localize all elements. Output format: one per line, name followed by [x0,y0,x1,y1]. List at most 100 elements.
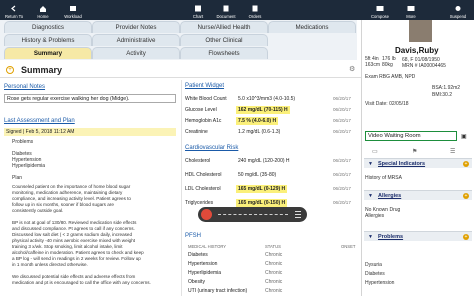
folder-icon[interactable]: ▭ [372,148,378,155]
tab-label: Administrative [116,37,156,44]
patient-widget-title[interactable]: Patient Widget [185,83,224,89]
document-button[interactable]: Document [213,0,239,20]
table-row: Obesity Chronic [188,279,356,285]
tab-other-clinical[interactable]: Other Clinical [180,34,268,46]
compose-button[interactable]: Compose [368,0,392,20]
top-toolbar: Return To Home Workload Chart Document O… [0,0,474,20]
tab-label: Diagnostics [32,24,64,31]
add-indicator-icon[interactable]: + [463,161,469,167]
patient-name: Davis,Ruby [395,46,439,55]
workload-label: Workload [64,14,82,19]
tab-summary[interactable]: Summary [4,47,92,59]
personal-notes-title[interactable]: Personal Notes [4,84,45,90]
special-indicators-label: Special Indicators [378,161,426,167]
lab-row: HDL Cholesterol 50 mg/dL (35-80) 06/20/17 [185,171,357,181]
add-allergy-icon[interactable]: + [463,193,469,199]
lab-row: Creatinine 1.2 mg/dL (0.6-1.3) 06/20/17 [185,128,357,138]
back-arrow-icon [10,5,18,12]
return-to-label: Return To [4,14,24,19]
camera-icon[interactable]: ▣ [461,133,467,140]
lab-name: Creatinine [185,129,208,135]
tab-flowsheets[interactable]: Flowsheets [180,47,268,59]
compose-label: Compose [371,14,389,19]
tab-diagnostics[interactable]: Diagnostics [4,21,92,33]
allergies-label: Allergies [378,193,402,199]
menu-icon[interactable] [295,211,301,218]
lab-date: 06/20/17 [333,129,351,134]
lab-name: Cholesterol [185,158,211,164]
tab-label: Activity [126,50,146,57]
tab-medications[interactable]: Medications [268,21,356,33]
lab-row: Glucose Level 162 mg/dL (70-115) H 06/20/1… [185,106,357,116]
assessment-title[interactable]: Last Assessment and Plan [4,118,75,124]
problem-item: Hypertension [365,280,395,286]
add-icon[interactable]: + [6,66,14,74]
problem-item: Dysuria [365,262,382,268]
lab-value: 240 mg/dL (120-200) H [238,158,290,164]
suspend-button[interactable]: Suspend [446,0,470,20]
more-icon [407,5,415,12]
tab-activity[interactable]: Activity [92,47,180,59]
lab-row: LDL Cholesterol 165 mg/dL (0-129) H 06/20/… [185,185,357,195]
history-status: Chronic [265,252,283,258]
tab-label: Flowsheets [208,50,240,57]
lab-name: LDL Cholesterol [185,186,221,192]
allergy-item-cont: Allergies [365,213,385,219]
tab-history-problems[interactable]: History & Problems [4,34,92,46]
chevron-down-icon: ▼ [368,161,373,167]
lab-value: 165 mg/dL (0-129) H [236,185,288,193]
gear-icon [454,5,462,12]
lab-date: 06/20/17 [333,158,351,163]
problems-header[interactable]: ▼ Problems + [364,231,472,241]
settings-gear-icon[interactable]: ⚙ [349,66,357,74]
chart-tabs: Diagnostics Provider Notes Nurse/Allied … [0,20,357,60]
tab-administrative[interactable]: Administrative [92,34,180,46]
problem-line: Plan [12,175,23,181]
home-button[interactable]: Home [35,0,51,20]
orders-icon [251,5,259,12]
avatar [409,20,432,42]
lab-value: 7.5 % (4.0-6.0) H [236,117,279,125]
tab-label: Summary [33,50,63,57]
orders-label: Orders [248,14,262,19]
history-status: Chronic [265,261,283,267]
lab-name: White Blood Count [185,96,227,102]
chart-icon [194,5,202,12]
cardio-risk-title[interactable]: Cardiovascular Risk [185,145,238,151]
lab-date: 06/20/17 [333,107,351,112]
lab-date: 06/20/17 [333,96,351,101]
history-status: Chronic [265,288,283,294]
tab-label: Nurse/Allied Health [197,24,251,31]
tab-provider-notes[interactable]: Provider Notes [92,21,180,33]
workload-button[interactable]: Workload [61,0,85,20]
microphone-icon[interactable] [201,209,212,220]
more-button[interactable]: More [403,0,419,20]
personal-notes-field[interactable]: Rose gets regular exercise walking her d… [4,94,176,103]
dictation-bar [198,207,307,222]
location-field[interactable]: Video Waiting Room [365,131,457,141]
orders-button[interactable]: Orders [245,0,265,20]
tab-label: Provider Notes [115,24,157,31]
chart-label: Chart [192,14,204,19]
special-indicators-header[interactable]: ▼ Special Indicators + [364,158,472,168]
add-problem-icon[interactable]: + [463,234,469,240]
flag-icon[interactable]: ⚑ [412,148,417,155]
indicator-item: History of MRSA [365,175,402,181]
suspend-label: Suspend [449,14,467,19]
lab-name: Hemoglobin A1c [185,118,222,124]
return-to-button[interactable]: Return To [3,0,25,20]
checklist-icon[interactable]: ☰ [450,148,455,155]
lab-name: HDL Cholesterol [185,172,222,178]
plan-line: consistently outside goal. [12,208,64,213]
lab-name: Glucose Level [185,107,217,113]
history-name: UTI (urinary tract infection) [188,288,248,294]
allergies-header[interactable]: ▼ Allergies + [364,190,472,200]
tray-icon [69,5,77,12]
chart-button[interactable]: Chart [190,0,206,20]
lab-row: White Blood Count 5.0 x10^3/mm3 (4.0-10.5… [185,95,357,105]
medical-history-header: MEDICAL HISTORY [188,244,227,249]
table-row: Diabetes Chronic [188,252,356,258]
lab-value: 50 mg/dL (35-80) [238,172,277,178]
tab-nurse-allied-health[interactable]: Nurse/Allied Health [180,21,268,33]
table-row: Hypertension Chronic [188,261,356,267]
